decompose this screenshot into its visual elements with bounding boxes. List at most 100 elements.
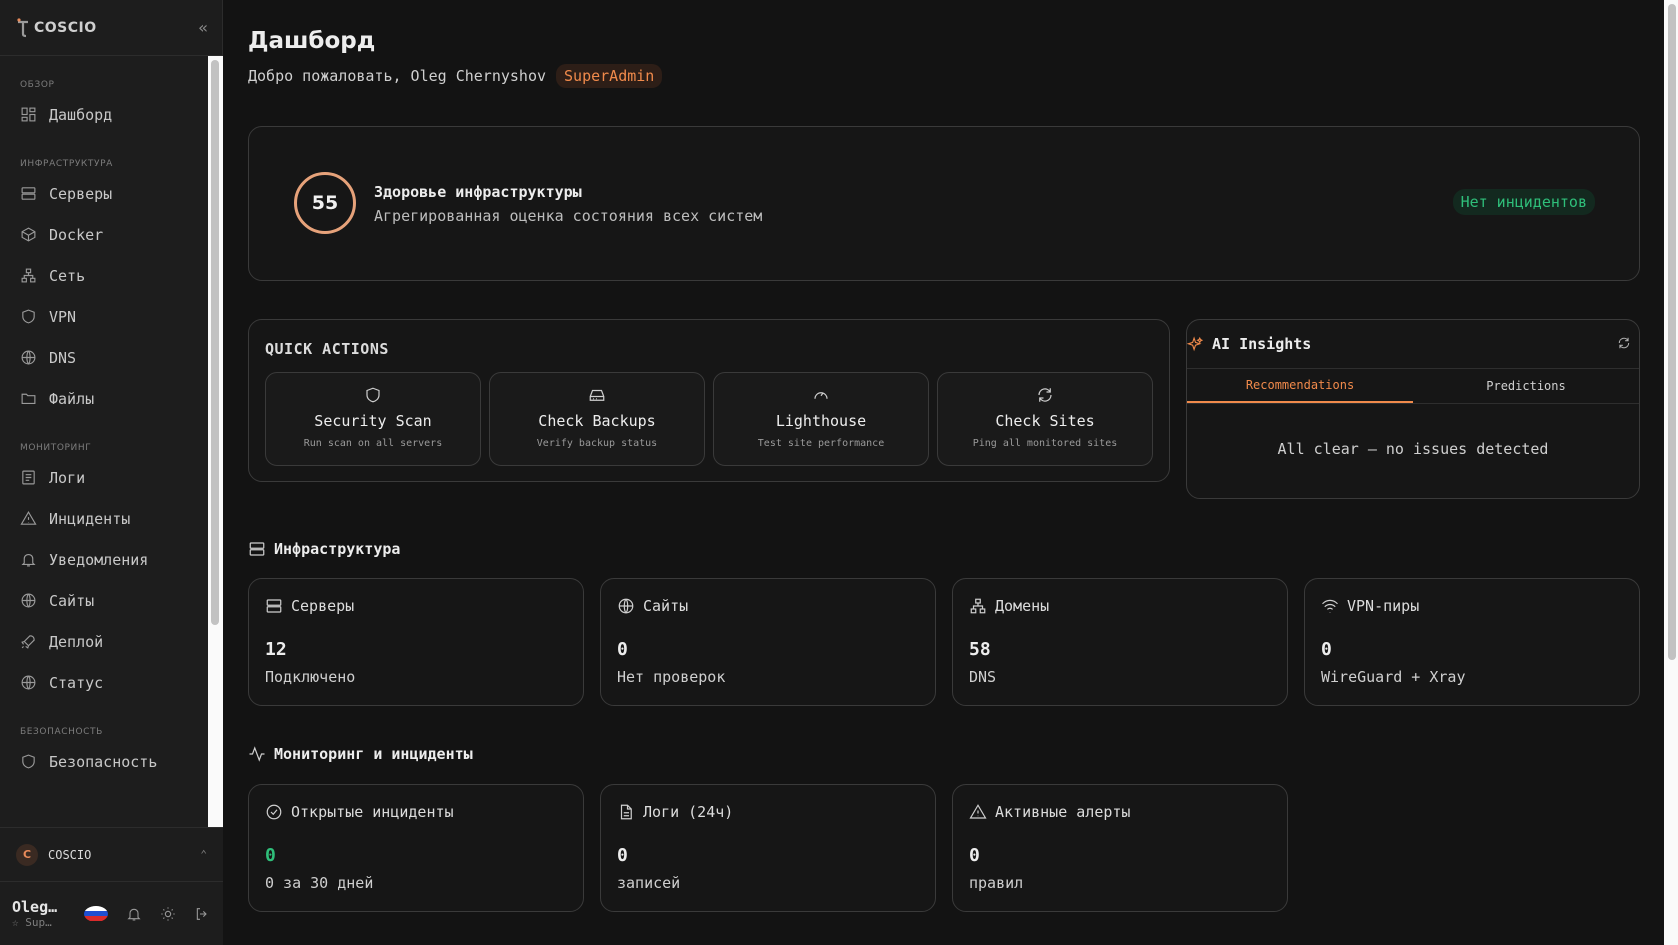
section-title-monitoring: МОНИТОРИНГ: [20, 443, 92, 453]
health-score: 55: [294, 172, 356, 234]
check-backups-button[interactable]: Check Backups Verify backup status: [489, 372, 705, 466]
quick-actions-card: QUICK ACTIONS Security Scan Run scan on …: [248, 319, 1170, 482]
stat-label: Серверы: [291, 597, 355, 615]
action-label: Lighthouse: [775, 412, 867, 430]
stat-value: 58: [969, 639, 991, 660]
role-badge: SuperAdmin: [556, 64, 663, 88]
sidebar-item-label: Файлы: [49, 389, 95, 408]
sidebar-item-label: Безопасность: [49, 752, 158, 771]
stat-value: 0: [969, 845, 980, 866]
alert-icon: [20, 511, 37, 525]
infra-section-title: Инфраструктура: [248, 540, 400, 558]
sidebar-item-label: Docker: [49, 225, 104, 244]
sidebar-item-docker[interactable]: Docker: [0, 214, 208, 255]
alert-icon: [969, 804, 987, 819]
server-icon: [21, 187, 36, 200]
open-incidents-stat-card[interactable]: Открытые инциденты 0 0 за 30 дней: [248, 784, 584, 912]
sidebar-item-servers[interactable]: Серверы: [0, 173, 208, 214]
health-title: Здоровье инфраструктуры: [374, 183, 582, 201]
sidebar-item-dns[interactable]: DNS: [0, 337, 208, 378]
stat-subtitle: Нет проверок: [617, 668, 726, 686]
welcome-line: Добро пожаловать, Oleg Chernyshov SuperA…: [248, 64, 663, 88]
sites-stat-card[interactable]: Сайты 0 Нет проверок: [600, 578, 936, 706]
bell-icon: [21, 553, 36, 567]
activity-icon: [249, 746, 265, 762]
stat-header: VPN-пиры: [1321, 597, 1419, 615]
tab-predictions[interactable]: Predictions: [1413, 369, 1639, 403]
sidebar-item-vpn[interactable]: VPN: [0, 296, 208, 337]
action-label: Check Backups: [538, 412, 656, 430]
collapse-sidebar-icon[interactable]: «: [198, 18, 208, 37]
vpn-peers-stat-card[interactable]: VPN-пиры 0 WireGuard + Xray: [1304, 578, 1640, 706]
box-icon: [21, 227, 36, 242]
refresh-icon: [1618, 337, 1630, 348]
section-title-text: Мониторинг и инциденты: [274, 745, 473, 763]
sidebar-item-label: Логи: [49, 468, 86, 487]
sidebar-item-network[interactable]: Сеть: [0, 255, 208, 296]
stat-label: Сайты: [643, 597, 689, 615]
sidebar: COSCIO « ОБЗОР Дашборд ИНФРАСТРУКТУРА Се…: [0, 0, 223, 945]
sidebar-item-notifications[interactable]: Уведомления: [0, 539, 208, 580]
network-icon: [21, 268, 36, 283]
check-circle-icon: [266, 804, 282, 820]
user-info[interactable]: Oleg… ☆ Sup…: [12, 898, 62, 929]
gauge-icon: [814, 392, 828, 399]
ai-empty-state: All clear — no issues detected: [1277, 440, 1549, 458]
security-scan-button[interactable]: Security Scan Run scan on all servers: [265, 372, 481, 466]
stat-header: Активные алерты: [969, 803, 1130, 821]
status-badge: Нет инцидентов: [1452, 189, 1595, 215]
logo[interactable]: COSCIO: [16, 17, 97, 38]
stat-label: Открытые инциденты: [291, 803, 454, 821]
check-sites-button[interactable]: Check Sites Ping all monitored sites: [937, 372, 1153, 466]
language-flag-icon[interactable]: [84, 905, 108, 922]
sidebar-item-label: Статус: [49, 673, 104, 692]
section-title-security: БЕЗОПАСНОСТЬ: [20, 727, 103, 737]
logs-icon: [22, 470, 35, 485]
sidebar-item-incidents[interactable]: Инциденты: [0, 498, 208, 539]
user-panel: Oleg… ☆ Sup…: [0, 881, 223, 945]
sparkles-icon: [1187, 335, 1204, 351]
active-alerts-stat-card[interactable]: Активные алерты 0 правил: [952, 784, 1288, 912]
sidebar-item-sites[interactable]: Сайты: [0, 580, 208, 621]
org-name: COSCIO: [48, 847, 92, 862]
globe-icon: [21, 350, 36, 365]
bell-icon[interactable]: [126, 906, 142, 922]
chevron-up-down-icon: ⌃: [200, 848, 207, 861]
globe-icon: [21, 593, 36, 608]
stat-subtitle: 0 за 30 дней: [265, 874, 374, 892]
sidebar-scrollbar-thumb[interactable]: [211, 60, 219, 625]
sidebar-item-label: Инциденты: [49, 509, 131, 528]
lighthouse-button[interactable]: Lighthouse Test site performance: [713, 372, 929, 466]
domains-stat-card[interactable]: Домены 58 DNS: [952, 578, 1288, 706]
logs-stat-card[interactable]: Логи (24ч) 0 записей: [600, 784, 936, 912]
ai-insights-card: AI Insights Recommendations Predictions …: [1186, 319, 1640, 499]
sidebar-item-files[interactable]: Файлы: [0, 378, 208, 419]
sidebar-item-security[interactable]: Безопасность: [0, 741, 208, 782]
sidebar-item-deploy[interactable]: Деплой: [0, 621, 208, 662]
sidebar-item-label: DNS: [49, 348, 77, 367]
sidebar-item-logs[interactable]: Логи: [0, 457, 208, 498]
stat-subtitle: Подключено: [265, 668, 356, 686]
sun-icon[interactable]: [160, 906, 176, 922]
tab-recommendations[interactable]: Recommendations: [1187, 369, 1413, 403]
stat-label: Домены: [995, 597, 1050, 615]
folder-icon: [21, 393, 36, 405]
file-text-icon: [620, 804, 632, 820]
dashboard-icon: [21, 107, 36, 122]
app: COSCIO « ОБЗОР Дашборд ИНФРАСТРУКТУРА Се…: [0, 0, 1678, 945]
section-title-overview: ОБЗОР: [20, 80, 55, 90]
servers-stat-card[interactable]: Серверы 12 Подключено: [248, 578, 584, 706]
stat-label: VPN-пиры: [1347, 597, 1420, 615]
logo-icon: [17, 17, 28, 37]
action-subtitle: Ping all monitored sites: [972, 438, 1118, 449]
stat-header: Открытые инциденты: [265, 803, 454, 821]
stat-header: Серверы: [265, 597, 354, 615]
page-scrollbar-thumb[interactable]: [1668, 4, 1676, 660]
sidebar-item-status[interactable]: Статус: [0, 662, 208, 703]
action-subtitle: Test site performance: [757, 438, 885, 449]
logout-icon[interactable]: [194, 906, 210, 922]
org-switcher[interactable]: C COSCIO ⌃: [0, 827, 223, 881]
monitoring-section-title: Мониторинг и инциденты: [248, 745, 473, 763]
sidebar-item-dashboard[interactable]: Дашборд: [0, 94, 208, 135]
refresh-button[interactable]: [1617, 335, 1631, 354]
